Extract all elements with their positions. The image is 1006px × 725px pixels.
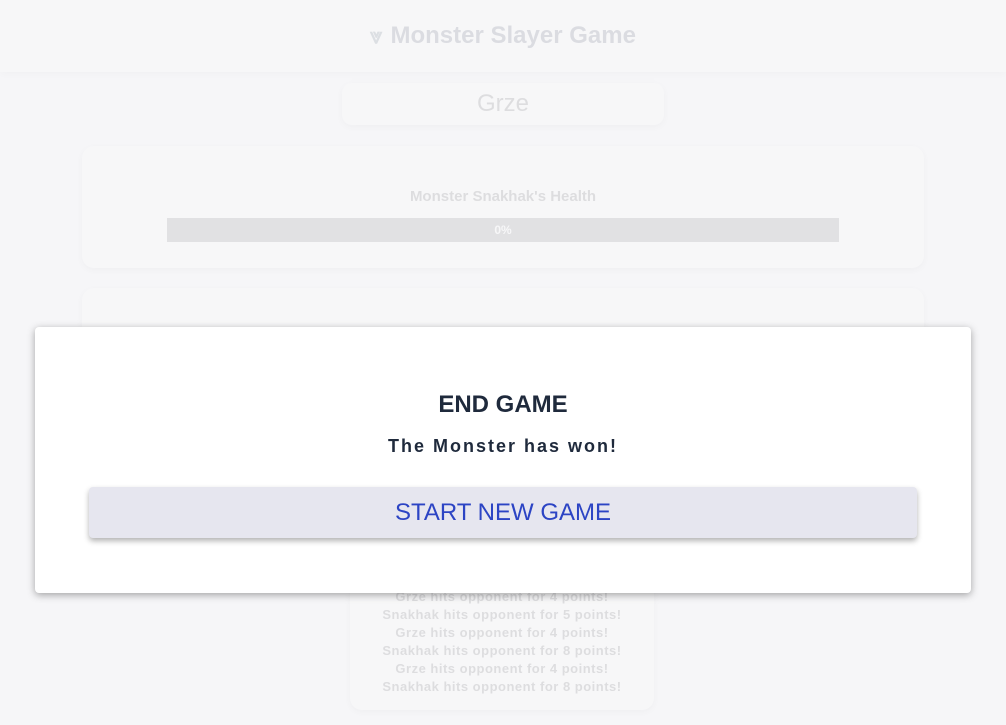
end-game-dialog: END GAME The Monster has won! START NEW … — [35, 327, 971, 593]
dialog-message: The Monster has won! — [387, 436, 618, 456]
dialog-title: END GAME — [438, 391, 568, 418]
modal-overlay: END GAME The Monster has won! START NEW … — [0, 0, 1006, 725]
page: ⩔ Monster Slayer Game Grze Monster Snakh… — [0, 0, 1006, 725]
start-new-game-button[interactable]: START NEW GAME — [89, 487, 917, 538]
